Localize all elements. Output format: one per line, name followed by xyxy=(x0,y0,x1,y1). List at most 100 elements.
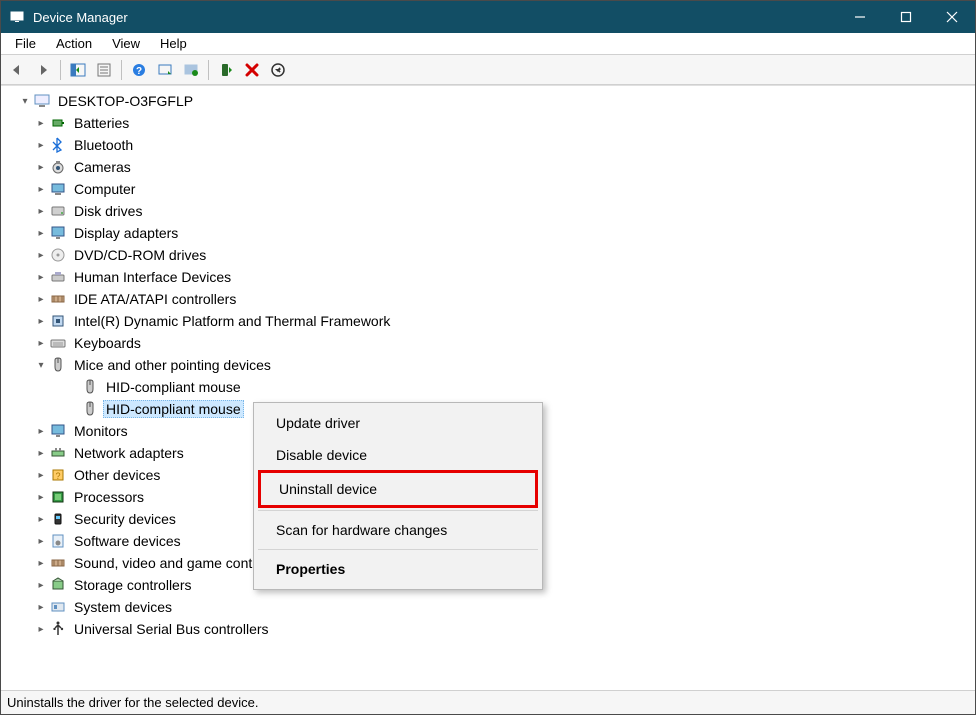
expand-icon[interactable]: ▸ xyxy=(33,536,49,547)
toolbar: ? xyxy=(1,55,975,85)
back-button[interactable] xyxy=(5,58,29,82)
expand-icon[interactable]: ▸ xyxy=(33,602,49,613)
expand-icon[interactable]: ▸ xyxy=(33,448,49,459)
device-manager-window: Device Manager File Action View Help ? xyxy=(0,0,976,715)
category-icon xyxy=(49,115,67,131)
expand-icon[interactable]: ▸ xyxy=(33,514,49,525)
tree-device[interactable]: HID-compliant mouse xyxy=(5,376,975,398)
menubar: File Action View Help xyxy=(1,33,975,55)
expand-icon[interactable]: ▸ xyxy=(33,338,49,349)
category-label: Intel(R) Dynamic Platform and Thermal Fr… xyxy=(71,312,393,330)
context-scan-hardware[interactable]: Scan for hardware changes xyxy=(256,514,540,546)
category-icon xyxy=(49,181,67,197)
tree-root[interactable]: ▾ DESKTOP-O3FGFLP xyxy=(5,90,975,112)
mouse-icon xyxy=(81,401,99,417)
expand-icon[interactable]: ▸ xyxy=(33,140,49,151)
expand-icon[interactable]: ▸ xyxy=(33,294,49,305)
expand-icon[interactable]: ▸ xyxy=(33,184,49,195)
category-icon xyxy=(49,357,67,373)
properties-button[interactable] xyxy=(92,58,116,82)
menu-file[interactable]: File xyxy=(5,34,46,53)
close-button[interactable] xyxy=(929,1,975,33)
menu-action[interactable]: Action xyxy=(46,34,102,53)
expand-icon[interactable]: ▸ xyxy=(33,470,49,481)
svg-text:?: ? xyxy=(55,471,60,481)
category-label: Monitors xyxy=(71,422,131,440)
expand-icon[interactable]: ▸ xyxy=(33,492,49,503)
context-update-driver[interactable]: Update driver xyxy=(256,407,540,439)
category-label: Disk drives xyxy=(71,202,145,220)
window-controls xyxy=(837,1,975,33)
category-icon xyxy=(49,577,67,593)
context-uninstall-device[interactable]: Uninstall device xyxy=(261,473,535,505)
expand-icon[interactable]: ▸ xyxy=(33,624,49,635)
category-label: Universal Serial Bus controllers xyxy=(71,620,272,638)
toolbar-separator xyxy=(121,60,122,80)
forward-button[interactable] xyxy=(31,58,55,82)
help-button[interactable]: ? xyxy=(127,58,151,82)
collapse-icon[interactable]: ▾ xyxy=(17,96,33,107)
context-disable-device[interactable]: Disable device xyxy=(256,439,540,471)
category-label: Mice and other pointing devices xyxy=(71,356,274,374)
tree-category[interactable]: ▸ Cameras xyxy=(5,156,975,178)
category-icon xyxy=(49,137,67,153)
expand-icon[interactable]: ▸ xyxy=(33,558,49,569)
expand-icon[interactable]: ▸ xyxy=(33,272,49,283)
enable-button[interactable] xyxy=(214,58,238,82)
tree-category[interactable]: ▸ IDE ATA/ATAPI controllers xyxy=(5,288,975,310)
tree-category[interactable]: ▸ Intel(R) Dynamic Platform and Thermal F… xyxy=(5,310,975,332)
context-properties[interactable]: Properties xyxy=(256,553,540,585)
scan-button[interactable] xyxy=(153,58,177,82)
context-separator xyxy=(258,549,538,550)
tree-category[interactable]: ▸DVD/CD-ROM drives xyxy=(5,244,975,266)
highlight-annotation: Uninstall device xyxy=(258,470,538,508)
expand-icon[interactable]: ▸ xyxy=(33,206,49,217)
category-icon xyxy=(49,291,67,307)
expand-icon[interactable]: ▸ xyxy=(33,250,49,261)
category-label: Cameras xyxy=(71,158,134,176)
tree-category[interactable]: ▸Display adapters xyxy=(5,222,975,244)
expand-icon[interactable]: ▸ xyxy=(33,228,49,239)
expand-icon[interactable]: ▸ xyxy=(33,118,49,129)
category-label: Processors xyxy=(71,488,147,506)
show-hide-tree-button[interactable] xyxy=(66,58,90,82)
menu-help[interactable]: Help xyxy=(150,34,197,53)
expand-icon[interactable]: ▸ xyxy=(33,316,49,327)
category-label: IDE ATA/ATAPI controllers xyxy=(71,290,239,308)
category-label: System devices xyxy=(71,598,175,616)
device-tree-pane[interactable]: ▾ DESKTOP-O3FGFLP ▸Batteries▸Bluetooth▸C… xyxy=(1,85,975,690)
expand-icon[interactable]: ▸ xyxy=(33,580,49,591)
tree-category[interactable]: ▸Bluetooth xyxy=(5,134,975,156)
computer-icon xyxy=(33,93,51,109)
tree-category[interactable]: ▾ Mice and other pointing devices xyxy=(5,354,975,376)
collapse-icon[interactable]: ▾ xyxy=(33,360,49,371)
tree-category[interactable]: ▸Batteries xyxy=(5,112,975,134)
category-icon xyxy=(49,511,67,527)
maximize-button[interactable] xyxy=(883,1,929,33)
category-label: Storage controllers xyxy=(71,576,195,594)
tree-category[interactable]: ▸ System devices xyxy=(5,596,975,618)
tree-category[interactable]: ▸Human Interface Devices xyxy=(5,266,975,288)
statusbar-text: Uninstalls the driver for the selected d… xyxy=(7,695,258,710)
category-icon xyxy=(49,225,67,241)
tree-category[interactable]: ▸Computer xyxy=(5,178,975,200)
category-icon xyxy=(49,555,67,571)
category-icon xyxy=(49,313,67,329)
category-icon xyxy=(49,445,67,461)
toolbar-separator xyxy=(208,60,209,80)
category-icon xyxy=(49,247,67,263)
category-icon xyxy=(49,489,67,505)
tree-category[interactable]: ▸ Universal Serial Bus controllers xyxy=(5,618,975,640)
tree-root-label: DESKTOP-O3FGFLP xyxy=(55,92,196,110)
uninstall-button[interactable] xyxy=(240,58,264,82)
disable-button[interactable] xyxy=(266,58,290,82)
window-title: Device Manager xyxy=(33,10,837,25)
tree-category[interactable]: ▸ Disk drives xyxy=(5,200,975,222)
category-icon xyxy=(49,269,67,285)
expand-icon[interactable]: ▸ xyxy=(33,426,49,437)
tree-category[interactable]: ▸Keyboards xyxy=(5,332,975,354)
menu-view[interactable]: View xyxy=(102,34,150,53)
update-driver-button[interactable] xyxy=(179,58,203,82)
expand-icon[interactable]: ▸ xyxy=(33,162,49,173)
minimize-button[interactable] xyxy=(837,1,883,33)
